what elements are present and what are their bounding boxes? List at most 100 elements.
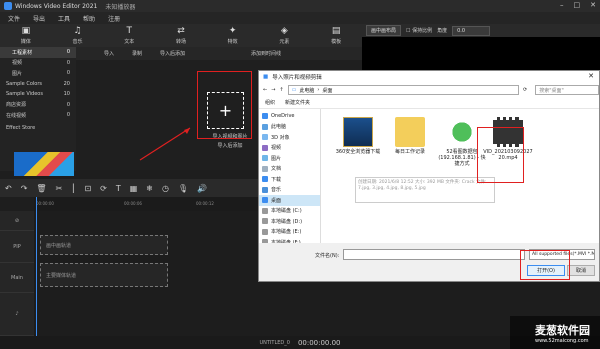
track-head-pip: PIP <box>0 231 34 263</box>
watermark-url: www.52maicong.com <box>535 337 589 344</box>
nav-drive-c[interactable]: 本地磁盘 (C:) <box>259 206 320 217</box>
dialog-command-bar: 组织 新建文件夹 <box>259 97 599 109</box>
nav-label: OneDrive <box>271 113 295 120</box>
file-name: 每日工作记录 <box>394 149 425 155</box>
track-head-main: Main <box>0 263 34 293</box>
picture-icon <box>262 155 268 162</box>
text-tool-icon[interactable]: T <box>116 184 121 193</box>
path-sep: › <box>317 87 320 93</box>
site-watermark: 麦葱软件园 www.52maicong.com <box>510 316 600 349</box>
pip-track-label: PIP <box>13 243 21 250</box>
up-icon[interactable]: ↑ <box>279 87 283 93</box>
nav-drive-e[interactable]: 本地磁盘 (E:) <box>259 227 320 238</box>
arrow-line-1 <box>139 127 191 161</box>
split-icon[interactable]: ⎮ <box>71 184 75 193</box>
new-folder-button[interactable]: 新建文件夹 <box>285 99 310 106</box>
dialog-app-icon: ■ <box>263 74 269 80</box>
nav-documents[interactable]: 文档 <box>259 164 320 175</box>
path-segment[interactable]: 桌面 <box>322 87 332 94</box>
arrow-head-1 <box>184 128 190 134</box>
file-item-folder-360[interactable]: 360安全浏览器下载 <box>333 117 383 155</box>
drive-icon <box>262 207 268 214</box>
path-segment[interactable]: 此电脑 <box>299 87 314 94</box>
nav-downloads[interactable]: 下载 <box>259 174 320 185</box>
nav-3d[interactable]: 3D 对象 <box>259 132 320 143</box>
cancel-button[interactable]: 取消 <box>567 265 595 276</box>
playhead[interactable] <box>36 197 37 336</box>
nav-label: 本地磁盘 (E:) <box>271 229 302 236</box>
ruler-tick: 00:00:12 <box>196 201 214 206</box>
cube-icon <box>262 134 268 141</box>
nav-label: 下载 <box>271 176 282 183</box>
dialog-title-bar: ■ 导入照片和视频剪辑 ✕ <box>259 71 599 83</box>
folder-icon <box>395 117 425 147</box>
drive-icon <box>262 218 268 225</box>
nav-desktop[interactable]: 桌面 <box>259 195 320 206</box>
nav-drive-d[interactable]: 本地磁盘 (D:) <box>259 216 320 227</box>
rotate-icon[interactable]: ⟳ <box>100 184 107 193</box>
nav-onedrive[interactable]: OneDrive <box>259 111 320 122</box>
ruler-tick: 00:00:00 <box>36 201 54 206</box>
main-track-label: Main <box>11 274 23 281</box>
highlight-box-open <box>520 250 570 280</box>
nav-label: 文档 <box>271 166 282 173</box>
back-icon[interactable]: ← <box>263 87 267 93</box>
speed-icon[interactable]: ◷ <box>162 184 169 193</box>
search-input[interactable]: 搜索"桌面" <box>535 85 599 95</box>
grid-icon[interactable]: ▦ <box>130 184 138 193</box>
pc-icon <box>262 123 268 130</box>
drive-icon <box>262 228 268 235</box>
folder-icon <box>343 117 373 147</box>
filename-input[interactable] <box>343 249 525 260</box>
nav-label: 视频 <box>271 145 282 152</box>
desktop-icon <box>262 197 268 204</box>
cut-icon[interactable]: ✂ <box>56 184 63 193</box>
redo-icon[interactable]: ↷ <box>21 184 28 193</box>
track-head-1: ⊘ <box>0 211 34 231</box>
project-name: UNTITLED_0 <box>259 339 290 346</box>
shortcut-icon <box>447 117 477 147</box>
nav-videos[interactable]: 视频 <box>259 143 320 154</box>
mic-icon[interactable]: 🎙 <box>178 184 188 193</box>
forward-icon[interactable]: → <box>271 87 275 93</box>
dialog-nav-pane: OneDrive 此电脑 3D 对象 视频 图片 文档 下载 音乐 桌面 本地磁… <box>259 109 321 246</box>
nav-label: 此电脑 <box>271 124 287 131</box>
refresh-icon[interactable]: ⟳ <box>523 87 527 93</box>
folder-tooltip: 创建日期: 2021/6/8 12:52 大小: 392 MB 文件夹: Cra… <box>355 177 495 203</box>
file-item-folder-daily[interactable]: 每日工作记录 <box>385 117 435 155</box>
nav-label: 音乐 <box>271 187 282 194</box>
music-icon <box>262 186 268 193</box>
nav-this-pc[interactable]: 此电脑 <box>259 122 320 133</box>
nav-label: 3D 对象 <box>271 134 290 141</box>
document-icon <box>262 165 268 172</box>
undo-icon[interactable]: ↶ <box>5 184 12 193</box>
nav-music[interactable]: 音乐 <box>259 185 320 196</box>
track-head-audio: ♪ <box>0 293 34 336</box>
download-icon <box>262 176 268 183</box>
nav-label: 本地磁盘 (C:) <box>271 208 302 215</box>
volume-icon[interactable]: 🔊 <box>197 184 207 193</box>
main-track-clip[interactable]: 主要媒体轨道 <box>40 263 168 287</box>
snow-icon[interactable]: ❄ <box>146 184 153 193</box>
address-bar[interactable]: ▭ 此电脑 › 桌面 <box>287 85 520 95</box>
organize-button[interactable]: 组织 <box>265 99 275 106</box>
delete-icon[interactable]: 🗑 <box>36 184 46 193</box>
timecode: 00:00:00.00 <box>297 338 341 347</box>
video-icon <box>262 144 268 151</box>
pip-track-clip[interactable]: 画中画轨道 <box>40 235 168 255</box>
dialog-title: 导入照片和视频剪辑 <box>272 75 322 81</box>
dialog-close-icon[interactable]: ✕ <box>588 72 594 80</box>
file-list: 360安全浏览器下载 每日工作记录 52看图数据包(192.168.1.81) … <box>323 109 595 243</box>
nav-label: 本地磁盘 (D:) <box>271 218 303 225</box>
pc-icon: ▭ <box>291 87 297 93</box>
nav-label: 图片 <box>271 155 282 162</box>
nav-label: 桌面 <box>271 197 282 204</box>
watermark-title: 麦葱软件园 <box>535 323 590 337</box>
nav-pictures[interactable]: 图片 <box>259 153 320 164</box>
crop-icon[interactable]: ⊡ <box>84 184 91 193</box>
ruler-tick: 00:00:06 <box>124 201 142 206</box>
search-placeholder: 搜索"桌面" <box>539 87 564 94</box>
highlight-box-video <box>477 127 524 183</box>
filename-label: 文件名(N): <box>315 253 340 259</box>
dialog-address-row: ← → ↑ ▭ 此电脑 › 桌面 ⟳ 搜索"桌面" <box>259 83 599 97</box>
